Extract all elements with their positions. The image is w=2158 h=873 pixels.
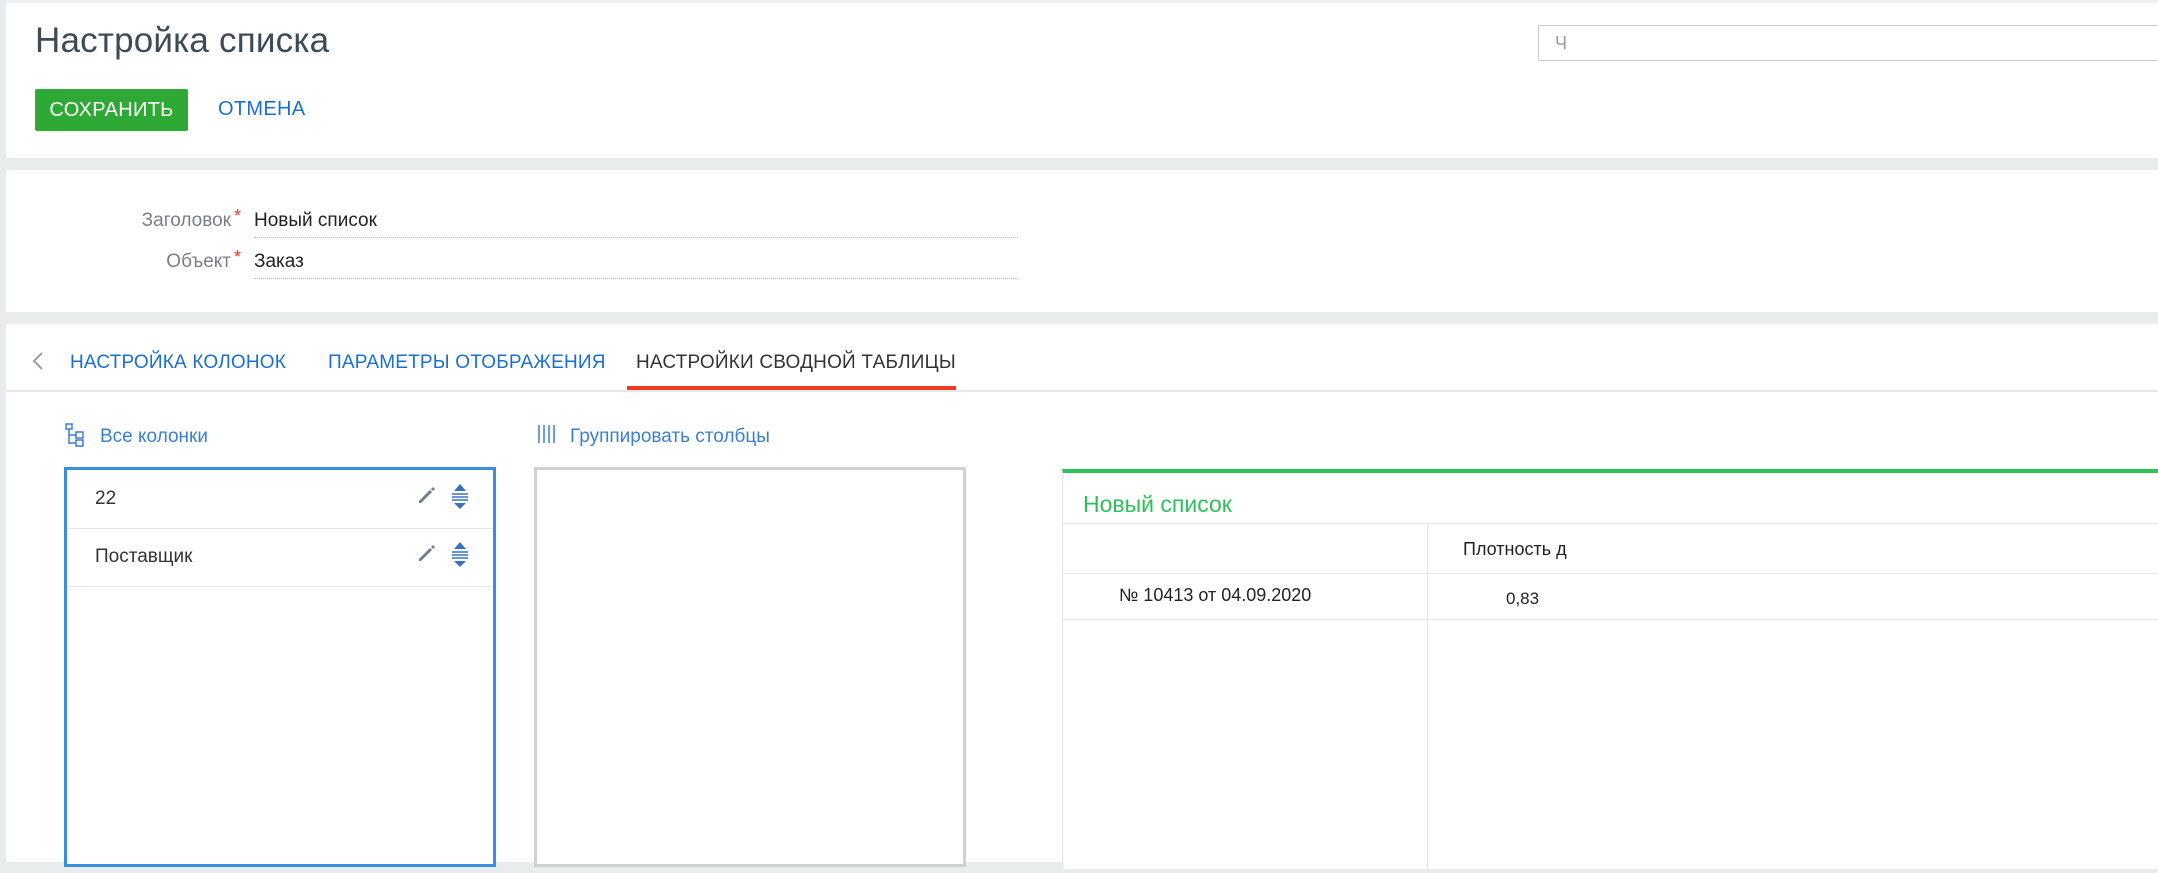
pencil-icon[interactable] <box>415 542 437 564</box>
required-mark: * <box>233 247 241 267</box>
tabs-panel: НАСТРОЙКА КОЛОНОК ПАРАМЕТРЫ ОТОБРАЖЕНИЯ … <box>6 324 2158 873</box>
object-field[interactable]: Заказ <box>254 249 1018 279</box>
divider <box>1427 523 1428 873</box>
divider <box>1063 619 2158 620</box>
pencil-icon[interactable] <box>415 484 437 506</box>
tab-pivot-settings[interactable]: НАСТРОЙКИ СВОДНОЙ ТАБЛИЦЫ <box>636 352 956 374</box>
list-item-label: Поставщик <box>95 546 193 567</box>
divider <box>1063 573 2158 574</box>
page-title: Настройка списка <box>35 21 330 60</box>
save-button[interactable]: СОХРАНИТЬ <box>35 89 188 131</box>
title-field-label: Заголовок * <box>6 206 241 232</box>
tabs-bar: НАСТРОЙКА КОЛОНОК ПАРАМЕТРЫ ОТОБРАЖЕНИЯ … <box>6 324 2158 392</box>
object-field-label: Объект * <box>6 247 241 273</box>
object-label-text: Объект <box>166 251 231 272</box>
active-tab-underline <box>627 386 956 390</box>
title-label-text: Заголовок <box>141 210 231 231</box>
table-row-label: № 10413 от 04.09.2020 <box>1119 585 1312 605</box>
header-panel: Настройка списка СОХРАНИТЬ ОТМЕНА Ч <box>6 0 2158 158</box>
group-columns-dropzone[interactable] <box>534 467 966 867</box>
divider <box>1063 523 2158 524</box>
all-columns-header[interactable]: Все колонки <box>100 426 208 448</box>
preview-title: Новый список <box>1083 491 1232 517</box>
title-field[interactable]: Новый список <box>254 208 1018 238</box>
sort-icon[interactable] <box>449 540 471 568</box>
tree-icon <box>65 423 84 447</box>
cancel-button[interactable]: ОТМЕНА <box>218 98 305 121</box>
table-cell-value: 0,83 <box>1506 589 1540 608</box>
search-input[interactable]: Ч <box>1538 25 2158 61</box>
sort-icon[interactable] <box>449 482 471 510</box>
tab-columns[interactable]: НАСТРОЙКА КОЛОНОК <box>70 352 286 374</box>
chevron-left-icon[interactable] <box>30 350 46 372</box>
list-item-label: 22 <box>95 488 117 509</box>
preview-column-header: Плотность д <box>1463 539 1567 559</box>
list-item[interactable]: 22 <box>67 470 493 529</box>
fields-panel: Заголовок * Новый список Объект * Заказ <box>6 170 2158 312</box>
group-columns-header[interactable]: Группировать столбцы <box>570 426 770 448</box>
all-columns-list[interactable]: 22 Поставщик <box>64 467 496 867</box>
list-item[interactable]: Поставщик <box>67 528 493 587</box>
pivot-preview: Новый список Плотность д № 10413 от 04.0… <box>1062 469 2158 873</box>
tab-display-params[interactable]: ПАРАМЕТРЫ ОТОБРАЖЕНИЯ <box>328 352 606 374</box>
columns-icon <box>538 425 555 443</box>
required-mark: * <box>233 206 241 226</box>
